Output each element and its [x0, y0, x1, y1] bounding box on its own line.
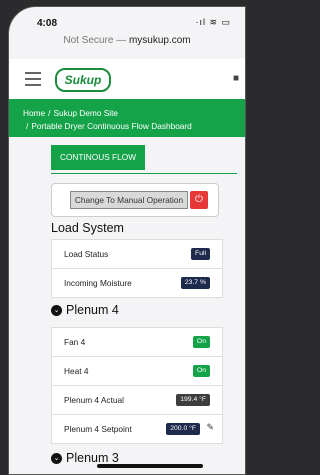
tab-row: CONTINOUS FLOW [51, 145, 237, 174]
plenum-4-card: Fan 4 On Heat 4 On Plenum 4 Actual 199.4… [51, 327, 223, 444]
plenum-4-setpoint-row: Plenum 4 Setpoint 200.0 °F ✎ [52, 415, 222, 443]
url-security: Not Secure — [63, 35, 129, 46]
load-system-card: Load Status Full Incoming Moisture 23.7 … [51, 239, 223, 298]
row-label: Plenum 4 Setpoint [64, 424, 132, 434]
row-label: Incoming Moisture [64, 278, 132, 288]
edit-icon[interactable]: ✎ [206, 422, 214, 433]
sukup-logo[interactable]: Sukup [55, 68, 111, 92]
plenum-3-title: Plenum 3 [66, 451, 119, 465]
plenum-4-actual-badge: 199.4 °F [176, 394, 210, 406]
plenum-4-actual-row: Plenum 4 Actual 199.4 °F [52, 386, 222, 415]
incoming-moisture-badge: 23.7 % [180, 277, 210, 289]
load-status-badge: Full [191, 248, 210, 260]
row-label: Load Status [64, 249, 109, 259]
user-icon[interactable]: ■ [233, 73, 239, 84]
plenum-4-title: Plenum 4 [66, 303, 119, 317]
status-icons: ·ıl ≋ ▭ [195, 17, 231, 27]
change-to-manual-button[interactable]: Change To Manual Operation [70, 191, 188, 209]
breadcrumb-home[interactable]: Home [23, 108, 45, 118]
home-indicator[interactable] [97, 464, 203, 468]
breadcrumb-site[interactable]: Sukup Demo Site [53, 108, 118, 118]
plenum-3-toggle[interactable]: ⌄ Plenum 3 [51, 451, 119, 465]
url-domain: mysukup.com [128, 35, 191, 46]
site-header: Sukup ■ [9, 59, 245, 100]
fan-4-badge: On [192, 336, 210, 348]
breadcrumb: Home / Sukup Demo Site / Portable Dryer Con… [9, 99, 245, 137]
phone-screen: 4:08 ·ıl ≋ ▭ Not Secure — mysukup.com Su… [8, 6, 246, 475]
heat-4-row: Heat 4 On [52, 357, 222, 386]
status-bar: 4:08 ·ıl ≋ ▭ [9, 7, 245, 37]
url-bar[interactable]: Not Secure — mysukup.com [9, 35, 245, 46]
tab-continuous-flow[interactable]: CONTINOUS FLOW [51, 145, 145, 170]
breadcrumb-page: Portable Dryer Continuous Flow Dashboard [31, 121, 192, 131]
clock: 4:08 [37, 18, 58, 29]
row-label: Fan 4 [64, 337, 86, 347]
fan-4-row: Fan 4 On [52, 328, 222, 357]
row-label: Heat 4 [64, 366, 89, 376]
chevron-down-icon: ⌄ [51, 453, 62, 465]
incoming-moisture-row: Incoming Moisture 23.7 % [52, 269, 222, 297]
heat-4-badge: On [192, 365, 210, 377]
plenum-4-setpoint-badge: 200.0 °F [166, 423, 200, 435]
load-system-title: Load System [51, 221, 124, 235]
chevron-down-icon: ⌄ [51, 305, 62, 317]
load-status-row: Load Status Full [52, 240, 222, 269]
plenum-4-toggle[interactable]: ⌄ Plenum 4 [51, 303, 119, 317]
menu-icon[interactable] [25, 72, 41, 90]
manual-operation-panel: Change To Manual Operation ⏻ [51, 183, 219, 217]
row-label: Plenum 4 Actual [64, 395, 124, 405]
power-icon[interactable]: ⏻ [190, 191, 208, 209]
